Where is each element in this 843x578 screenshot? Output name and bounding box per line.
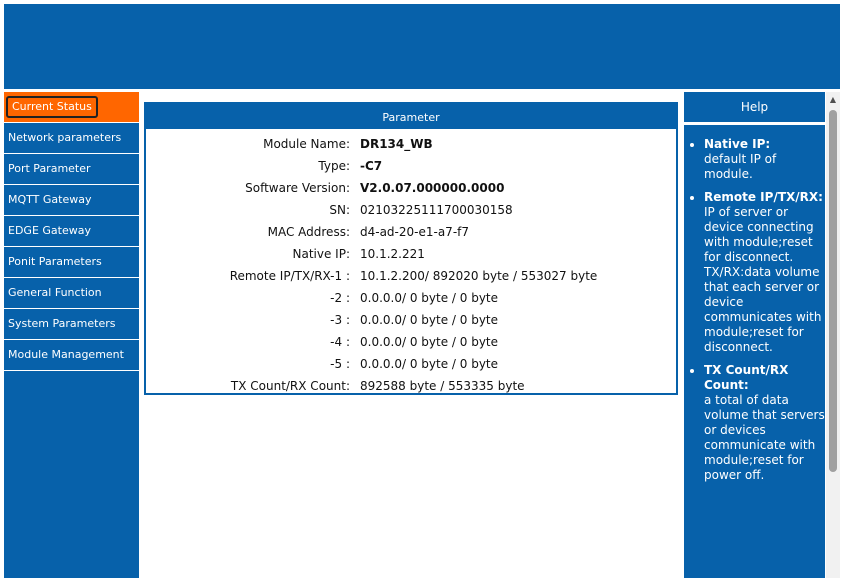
sidebar-nav: Current Status Network parameters Port P… [4,92,139,578]
sidebar-item-current-status[interactable]: Current Status [4,92,139,123]
help-list: Native IP:default IP of module. Remote I… [684,125,825,483]
help-term: Remote IP/TX/RX: [704,190,823,204]
sidebar-item-module-management[interactable]: Module Management [4,340,139,371]
help-term: Native IP: [704,137,771,151]
sidebar-item-mqtt-gateway[interactable]: MQTT Gateway [4,185,139,216]
sidebar-item-port-parameter[interactable]: Port Parameter [4,154,139,185]
param-value: 892588 byte / 553335 byte [360,379,525,393]
param-row-remote-4: -4 : 0.0.0.0/ 0 byte / 0 byte [146,331,676,353]
param-value: 02103225111700030158 [360,203,513,217]
sidebar-item-label: Current Status [6,96,98,118]
param-row-mac-address: MAC Address: d4-ad-20-e1-a7-f7 [146,221,676,243]
help-item-remote-ip: Remote IP/TX/RX:IP of server or device c… [704,190,825,355]
param-value: V2.0.07.000000.0000 [360,181,505,195]
help-item-native-ip: Native IP:default IP of module. [704,137,825,182]
param-value: 10.1.2.200/ 892020 byte / 553027 byte [360,269,598,283]
param-label: Remote IP/TX/RX-1 : [229,269,350,283]
parameter-rows: Module Name: DR134_WB Type: -C7 Software V… [146,129,676,397]
param-value: 10.1.2.221 [360,247,425,261]
help-term: TX Count/RX Count: [704,363,789,392]
param-row-sn: SN: 02103225111700030158 [146,199,676,221]
param-label: Module Name: [263,137,350,151]
param-label: -5 : [330,357,350,371]
help-desc: a total of data volume that servers or d… [704,393,825,482]
param-label: -2 : [330,291,350,305]
param-label: Software Version: [245,181,350,195]
param-row-remote-3: -3 : 0.0.0.0/ 0 byte / 0 byte [146,309,676,331]
parameter-panel: Parameter Module Name: DR134_WB Type: -C7 … [144,102,678,395]
param-value: -C7 [360,159,383,173]
help-item-tx-rx-count: TX Count/RX Count:a total of data volume… [704,363,825,483]
help-title: Help [684,92,825,125]
sidebar-item-system-parameters[interactable]: System Parameters [4,309,139,340]
param-value: 0.0.0.0/ 0 byte / 0 byte [360,313,499,327]
param-value: 0.0.0.0/ 0 byte / 0 byte [360,357,499,371]
help-panel: Help Native IP:default IP of module. Rem… [684,92,825,578]
sidebar-item-general-function[interactable]: General Function [4,278,139,309]
param-value: DR134_WB [360,137,433,151]
param-label: MAC Address: [267,225,350,239]
scroll-thumb[interactable] [829,110,837,472]
parameter-panel-title: Parameter [146,104,676,129]
param-row-software-version: Software Version: V2.0.07.000000.0000 [146,177,676,199]
param-label: Native IP: [292,247,351,261]
header-banner [4,4,840,89]
param-value: 0.0.0.0/ 0 byte / 0 byte [360,291,499,305]
vertical-scrollbar[interactable]: ▲ [826,92,840,578]
param-row-remote-5: -5 : 0.0.0.0/ 0 byte / 0 byte [146,353,676,375]
param-value: 0.0.0.0/ 0 byte / 0 byte [360,335,499,349]
scroll-up-arrow-icon[interactable]: ▲ [826,92,840,108]
param-row-remote-1: Remote IP/TX/RX-1 : 10.1.2.200/ 892020 by… [146,265,676,287]
param-label: -4 : [330,335,350,349]
param-row-tx-rx-count: TX Count/RX Count: 892588 byte / 553335 b… [146,375,676,397]
param-row-native-ip: Native IP: 10.1.2.221 [146,243,676,265]
param-label: -3 : [330,313,350,327]
param-label: Type: [318,159,350,173]
param-label: SN: [329,203,350,217]
sidebar-item-point-parameters[interactable]: Ponit Parameters [4,247,139,278]
param-label: TX Count/RX Count: [230,379,350,393]
help-desc: IP of server or device connecting with m… [704,205,822,354]
param-value: d4-ad-20-e1-a7-f7 [360,225,470,239]
param-row-remote-2: -2 : 0.0.0.0/ 0 byte / 0 byte [146,287,676,309]
sidebar-item-network-parameters[interactable]: Network parameters [4,123,139,154]
param-row-type: Type: -C7 [146,155,676,177]
sidebar-item-edge-gateway[interactable]: EDGE Gateway [4,216,139,247]
param-row-module-name: Module Name: DR134_WB [146,133,676,155]
help-desc: default IP of module. [704,152,777,181]
